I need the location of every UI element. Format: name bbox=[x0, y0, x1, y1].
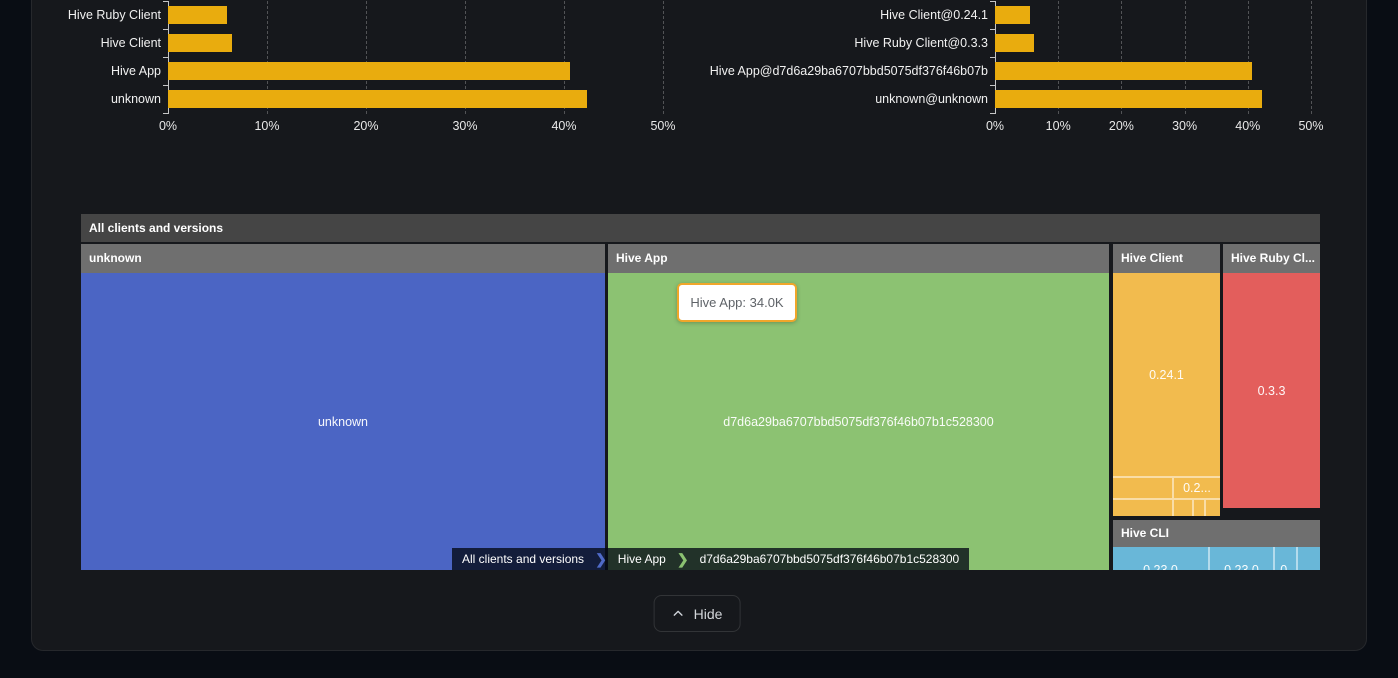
chevron-right-icon: ❯ bbox=[676, 548, 690, 570]
bar-unknown-unknown[interactable] bbox=[995, 90, 1262, 108]
x-tick: 10% bbox=[1046, 119, 1071, 133]
bar-row: unknown bbox=[1, 85, 671, 113]
breadcrumb-item-hive-app[interactable]: Hive App bbox=[608, 548, 676, 570]
treemap-cell-0-24-1[interactable]: 0.24.1 bbox=[1113, 273, 1220, 476]
category-label: Hive Ruby Client@0.3.3 bbox=[700, 36, 995, 50]
bar-hive-ruby-client[interactable] bbox=[168, 6, 227, 24]
cell-label: 0. bbox=[1280, 563, 1290, 571]
treemap-section-header[interactable]: unknown bbox=[81, 244, 605, 273]
treemap-cell-small[interactable] bbox=[1298, 547, 1320, 570]
bar-unknown[interactable] bbox=[168, 90, 587, 108]
hive-client-cells: 0.24.1 0.2... bbox=[1113, 273, 1220, 516]
client-versions-bar-chart: Hive Client@0.24.1 Hive Ruby Client@0.3.… bbox=[700, 1, 1318, 137]
category-label: Hive App bbox=[1, 64, 168, 78]
bar-row: Hive Client@0.24.1 bbox=[700, 1, 1318, 29]
cell-label: 0.23.0 bbox=[1143, 563, 1178, 571]
treemap-section-unknown: unknown unknown bbox=[81, 244, 605, 570]
x-tick: 40% bbox=[1235, 119, 1260, 133]
hive-cli-cells: 0.23.0 0.23.0 0. bbox=[1113, 547, 1320, 570]
tooltip-text: Hive App: 34.0K bbox=[690, 295, 783, 310]
x-tick: 20% bbox=[1109, 119, 1134, 133]
bar-row: Hive App bbox=[1, 57, 671, 85]
bar-row: unknown@unknown bbox=[700, 85, 1318, 113]
hide-button[interactable]: Hide bbox=[654, 595, 741, 632]
bar-hive-ruby-client-033[interactable] bbox=[995, 34, 1034, 52]
x-tick: 0% bbox=[159, 119, 177, 133]
bar-track bbox=[995, 62, 1311, 80]
treemap-cell-0-3-3[interactable]: 0.3.3 bbox=[1223, 273, 1320, 508]
treemap-title-bar[interactable]: All clients and versions bbox=[81, 214, 1320, 242]
x-tick: 50% bbox=[1298, 119, 1323, 133]
x-tick: 30% bbox=[1172, 119, 1197, 133]
treemap-section-hive-cli: Hive CLI 0.23.0 0.23.0 0. bbox=[1113, 520, 1320, 570]
chevron-up-icon bbox=[672, 607, 685, 620]
cell-label: 0.24.1 bbox=[1149, 368, 1184, 382]
bar-hive-app-hash[interactable] bbox=[995, 62, 1252, 80]
bar-hive-app[interactable] bbox=[168, 62, 570, 80]
x-tick: 30% bbox=[452, 119, 477, 133]
bar-track bbox=[995, 90, 1311, 108]
treemap-cell-0-2[interactable]: 0.2... bbox=[1174, 476, 1220, 498]
category-label: Hive Client bbox=[1, 36, 168, 50]
clients-versions-treemap: All clients and versions unknown unknown… bbox=[81, 214, 1320, 570]
treemap-cell-small[interactable] bbox=[1113, 476, 1174, 498]
treemap-section-hive-ruby-client: Hive Ruby Cl... 0.3.3 bbox=[1223, 244, 1320, 508]
bar-track bbox=[168, 90, 663, 108]
category-label: unknown@unknown bbox=[700, 92, 995, 106]
treemap-section-header[interactable]: Hive CLI bbox=[1113, 520, 1320, 547]
category-label: Hive Client@0.24.1 bbox=[700, 8, 995, 22]
bar-track bbox=[168, 62, 663, 80]
x-tick: 10% bbox=[254, 119, 279, 133]
treemap-section-header[interactable]: Hive Client bbox=[1113, 244, 1220, 273]
cell-label: 0.23.0 bbox=[1224, 563, 1259, 571]
x-axis: 0% 10% 20% 30% 40% 50% bbox=[995, 119, 1311, 137]
bar-row: Hive Ruby Client bbox=[1, 1, 671, 29]
cell-label: 0.2... bbox=[1183, 481, 1211, 495]
bar-track bbox=[168, 6, 663, 24]
category-label: Hive Ruby Client bbox=[1, 8, 168, 22]
bar-row: Hive Client bbox=[1, 29, 671, 57]
treemap-section-hive-client: Hive Client 0.24.1 0.2... bbox=[1113, 244, 1220, 516]
x-tick: 0% bbox=[986, 119, 1004, 133]
x-tick: 50% bbox=[650, 119, 675, 133]
treemap-section-header[interactable]: Hive Ruby Cl... bbox=[1223, 244, 1320, 273]
x-axis: 0% 10% 20% 30% 40% 50% bbox=[168, 119, 663, 137]
treemap-cell-small[interactable] bbox=[1113, 498, 1174, 516]
category-label: unknown bbox=[1, 92, 168, 106]
treemap-cell-unknown[interactable]: unknown bbox=[81, 273, 605, 570]
bar-track bbox=[995, 6, 1311, 24]
clients-share-bar-chart: Hive Ruby Client Hive Client Hive App un… bbox=[1, 1, 671, 137]
x-tick: 40% bbox=[551, 119, 576, 133]
cell-label: 0.3.3 bbox=[1258, 384, 1286, 398]
chevron-right-icon: ❯ bbox=[594, 548, 608, 570]
treemap-cell-small[interactable] bbox=[1194, 498, 1206, 516]
treemap-cell-0-23-0[interactable]: 0.23.0 bbox=[1210, 547, 1275, 570]
bar-hive-client[interactable] bbox=[168, 34, 232, 52]
bar-row: Hive App@d7d6a29ba6707bbd5075df376f46b07… bbox=[700, 57, 1318, 85]
treemap-cell-small[interactable] bbox=[1206, 498, 1220, 516]
bar-track bbox=[995, 34, 1311, 52]
treemap-cell-0[interactable]: 0. bbox=[1275, 547, 1298, 570]
x-tick: 20% bbox=[353, 119, 378, 133]
category-label: Hive App@d7d6a29ba6707bbd5075df376f46b07… bbox=[700, 64, 995, 78]
cell-label: unknown bbox=[318, 415, 368, 429]
treemap-cell-small[interactable] bbox=[1174, 498, 1194, 516]
cell-label: d7d6a29ba6707bbd5075df376f46b07b1c528300 bbox=[723, 415, 993, 429]
breadcrumb-item-hash[interactable]: d7d6a29ba6707bbd5075df376f46b07b1c528300 bbox=[690, 548, 970, 570]
breadcrumb: All clients and versions ❯ Hive App ❯ d7… bbox=[452, 548, 969, 570]
breadcrumb-item-root[interactable]: All clients and versions bbox=[452, 548, 594, 570]
bar-track bbox=[168, 34, 663, 52]
hide-button-label: Hide bbox=[694, 606, 723, 622]
bar-hive-client-0241[interactable] bbox=[995, 6, 1030, 24]
bar-row: Hive Ruby Client@0.3.3 bbox=[700, 29, 1318, 57]
treemap-cell-0-23-0[interactable]: 0.23.0 bbox=[1113, 547, 1210, 570]
tooltip: Hive App: 34.0K bbox=[677, 283, 797, 322]
treemap-section-header[interactable]: Hive App bbox=[608, 244, 1109, 273]
